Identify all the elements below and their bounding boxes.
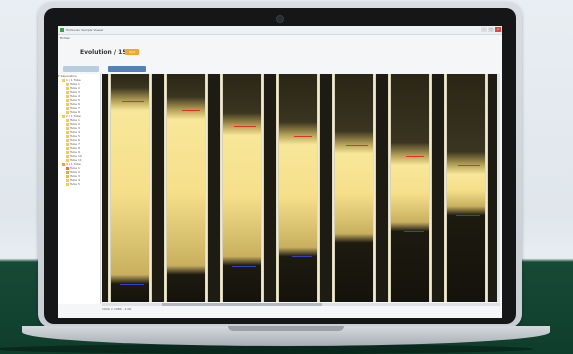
top-interface-marker[interactable] <box>346 145 368 146</box>
tube-wall <box>444 74 447 302</box>
bottom-interface-marker[interactable] <box>456 215 480 216</box>
scrollbar-thumb[interactable] <box>162 303 322 306</box>
sample-tube[interactable] <box>220 74 264 302</box>
tree-swatch-icon <box>62 162 65 166</box>
sample-title: Evolution / 15 <box>80 49 127 56</box>
tube-sample-fill <box>279 74 317 302</box>
sample-tube[interactable] <box>388 74 432 302</box>
tube-image-view <box>102 74 500 302</box>
window-controls: – □ × <box>481 27 501 32</box>
tube-wall <box>317 74 320 302</box>
sample-header: Evolution / 15 Test <box>58 41 502 65</box>
vertical-scrollbar[interactable] <box>497 74 500 302</box>
tube-sample-fill <box>447 74 485 302</box>
screen-bezel: Turbiscan Sample Viewer – □ × Fichier Ev… <box>44 8 516 324</box>
tree-swatch-icon <box>66 182 69 186</box>
toolbar <box>58 65 502 73</box>
bottom-interface-marker[interactable] <box>292 256 312 257</box>
minimize-button[interactable]: – <box>481 27 487 32</box>
status-tag[interactable]: Test <box>125 49 139 55</box>
top-interface-marker[interactable] <box>182 110 200 111</box>
sample-tube[interactable] <box>108 74 152 302</box>
tube-wall <box>149 74 152 302</box>
tube-sample-fill <box>223 74 261 302</box>
tube-wall <box>164 74 167 302</box>
sample-tube[interactable] <box>276 74 320 302</box>
tube-wall <box>220 74 223 302</box>
sample-tube[interactable] <box>164 74 208 302</box>
tube-wall <box>108 74 111 302</box>
title-bar: Turbiscan Sample Viewer – □ × <box>58 26 502 35</box>
tube-wall <box>261 74 264 302</box>
tube-wall <box>373 74 376 302</box>
tube-sample-fill <box>335 74 373 302</box>
sample-tube[interactable] <box>332 74 376 302</box>
tree-swatch-icon <box>62 78 65 82</box>
tube-wall <box>332 74 335 302</box>
main-area: ▾ Séparation 1 / 1 Tube Tube 1 Tube 2 Tube … <box>58 74 502 312</box>
tube-wall <box>276 74 279 302</box>
camera-icon <box>277 16 283 22</box>
laptop-notch <box>228 326 344 331</box>
app-icon <box>60 28 64 32</box>
top-interface-marker[interactable] <box>406 156 424 157</box>
top-interface-marker[interactable] <box>122 101 144 102</box>
status-text: 1920 × 1080 · 1:00 <box>102 307 132 311</box>
top-interface-marker[interactable] <box>458 165 480 166</box>
tube-sample-fill <box>167 74 205 302</box>
bottom-interface-marker[interactable] <box>404 231 424 232</box>
laptop-lid: Turbiscan Sample Viewer – □ × Fichier Ev… <box>38 2 522 328</box>
tree-item[interactable]: Tube 5 <box>58 182 100 186</box>
tube-wall <box>485 74 488 302</box>
app-window: Turbiscan Sample Viewer – □ × Fichier Ev… <box>58 26 502 318</box>
horizontal-scrollbar[interactable] <box>102 303 500 306</box>
toolbar-button-primary[interactable] <box>108 66 146 72</box>
maximize-button[interactable]: □ <box>488 27 494 32</box>
sample-tube[interactable] <box>444 74 488 302</box>
menu-file[interactable]: Fichier <box>60 36 70 40</box>
tube-wall <box>429 74 432 302</box>
window-title: Turbiscan Sample Viewer <box>66 28 104 32</box>
tube-sample-fill <box>391 74 429 302</box>
tree-item-label: Tube 5 <box>70 182 80 186</box>
status-bar: 1920 × 1080 · 1:00 <box>58 307 502 312</box>
tube-sample-fill <box>111 74 149 302</box>
tube-wall <box>388 74 391 302</box>
bottom-interface-marker[interactable] <box>120 284 144 285</box>
tube-wall <box>205 74 208 302</box>
close-button[interactable]: × <box>495 27 501 32</box>
bottom-interface-marker[interactable] <box>232 266 256 267</box>
sample-tree: ▾ Séparation 1 / 1 Tube Tube 1 Tube 2 Tube … <box>58 74 101 304</box>
toolbar-button-secondary[interactable] <box>63 66 99 72</box>
top-interface-marker[interactable] <box>234 126 256 127</box>
top-interface-marker[interactable] <box>294 136 312 137</box>
tree-swatch-icon <box>62 114 65 118</box>
